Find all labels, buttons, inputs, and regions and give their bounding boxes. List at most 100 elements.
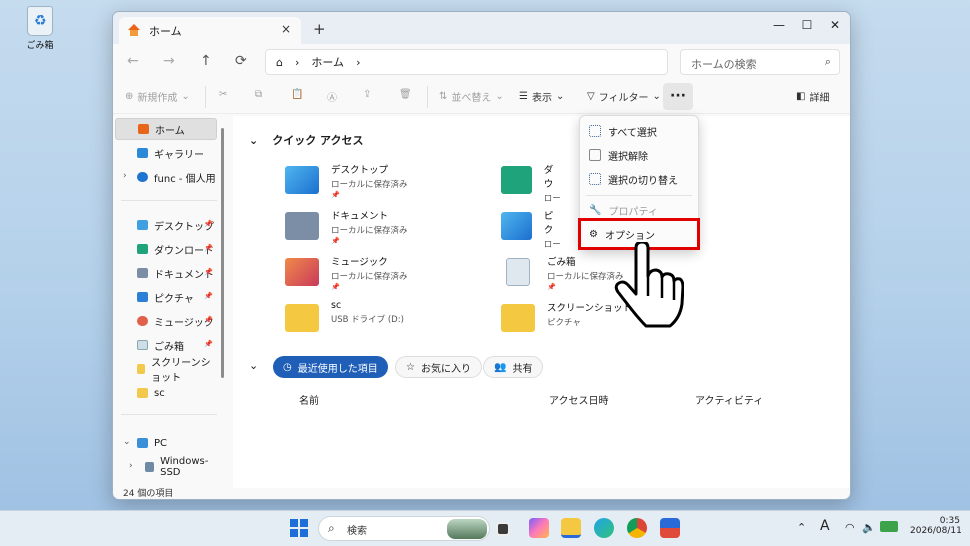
task-view-icon[interactable]	[496, 522, 510, 536]
column-header-activity[interactable]: アクティビティ	[695, 392, 763, 407]
speaker-icon[interactable]: 🔈	[862, 521, 876, 534]
quick-access-item[interactable]: ミュージック ローカルに保存済み 📌	[285, 254, 505, 294]
menu-item-invert-selection[interactable]: 選択の切り替え	[584, 168, 694, 190]
desktop-icon	[137, 220, 148, 230]
drive-icon	[145, 462, 155, 472]
divider	[586, 195, 692, 196]
sidebar-item-gallery[interactable]: ギャラリー	[115, 142, 217, 164]
sidebar-item-desktop[interactable]: デスクトップ 📌	[115, 214, 217, 236]
sidebar-item-windows-ssd[interactable]: › Windows-SSD	[115, 456, 217, 478]
chevron-right-icon[interactable]: ›	[123, 171, 127, 181]
copy-button[interactable]: ⧉	[255, 89, 262, 100]
command-bar: ⊕ 新規作成 ⌄ ✂ ⧉ 📋 Ⓐ ⇪ 🗑 ⇅ 並べ替え ⌄ ☰ 表示 ⌄ ▽ フ…	[113, 80, 850, 114]
battery-icon[interactable]	[880, 521, 898, 532]
store-icon[interactable]	[660, 518, 680, 538]
sidebar-item-sc[interactable]: sc	[115, 382, 217, 404]
view-icon: ☰	[519, 91, 528, 102]
quick-access-item[interactable]: ピクロー📌	[501, 208, 561, 248]
sidebar-item-screenshots[interactable]: スクリーンショット	[115, 358, 217, 384]
chevron-right-icon[interactable]: ›	[129, 461, 133, 471]
quick-access-item[interactable]: スクリーンショット ピクチャ	[501, 300, 721, 340]
chevron-up-icon[interactable]: ⌃	[797, 521, 806, 534]
sidebar-item-home[interactable]: ホーム	[115, 118, 217, 140]
menu-item-select-all[interactable]: すべて選択	[584, 120, 694, 142]
menu-item-label: 選択の切り替え	[608, 175, 678, 187]
search-input[interactable]: ホームの検索 ⌕	[680, 49, 840, 75]
content-pane: ⌄ クイック アクセス デスクトップローカルに保存済み📌 ダウロー📌 ドキュメン…	[233, 116, 850, 488]
sidebar-item-pc[interactable]: ⌄ PC	[115, 432, 217, 454]
back-button[interactable]: ←	[127, 53, 139, 69]
recycle-bin-desktop-icon[interactable]: ごみ箱	[14, 6, 66, 51]
recycle-bin-icon	[137, 340, 148, 350]
divider	[121, 414, 217, 415]
sidebar-item-pictures[interactable]: ピクチャ 📌	[115, 286, 217, 308]
filter-button[interactable]: ▽ フィルター ⌄	[587, 89, 661, 104]
chrome-icon[interactable]	[627, 518, 647, 538]
forward-button[interactable]: →	[163, 53, 175, 69]
see-more-button[interactable]: ···	[663, 83, 693, 110]
quick-access-header[interactable]: ⌄ クイック アクセス	[249, 132, 364, 148]
edge-icon[interactable]	[594, 518, 614, 538]
tab-shared[interactable]: 👥 共有	[483, 356, 544, 378]
sidebar-item-music[interactable]: ミュージック 📌	[115, 310, 217, 332]
tab-home[interactable]: ホーム ×	[119, 17, 301, 44]
delete-button[interactable]: 🗑	[399, 89, 412, 100]
view-label: 表示	[531, 93, 552, 104]
folder-icon	[285, 304, 319, 332]
minimize-button[interactable]: —	[765, 15, 793, 35]
sidebar-item-recycle-bin[interactable]: ごみ箱 📌	[115, 334, 217, 356]
cloud-icon	[137, 172, 148, 182]
quick-access-item[interactable]: sc USB ドライブ (D:)	[285, 300, 505, 340]
tab-recent[interactable]: ◷ 最近使用した項目	[273, 356, 388, 378]
up-button[interactable]: ↑	[200, 53, 212, 69]
pin-icon: 📌	[204, 268, 213, 276]
chevron-down-icon[interactable]: ⌄	[249, 359, 258, 372]
sidebar-item-downloads[interactable]: ダウンロード 📌	[115, 238, 217, 260]
ime-indicator[interactable]: A	[820, 518, 830, 534]
column-header-access-date[interactable]: アクセス日時	[549, 392, 609, 407]
copy-icon: ⧉	[255, 89, 263, 100]
details-button[interactable]: ◧ 詳細	[796, 89, 829, 104]
item-name: ミュージック	[331, 257, 388, 268]
tab-favorites[interactable]: ☆ お気に入り	[395, 356, 482, 378]
address-bar[interactable]: ⌂ › ホーム ›	[265, 49, 668, 75]
quick-access-item[interactable]: ドキュメント ローカルに保存済み 📌	[285, 208, 505, 248]
pc-icon	[137, 438, 148, 448]
clock[interactable]: 0:35 2026/08/11	[910, 516, 962, 536]
wifi-icon[interactable]: ◠	[845, 521, 855, 534]
refresh-button[interactable]: ⟳	[235, 53, 247, 69]
cut-button[interactable]: ✂	[219, 89, 227, 100]
rename-button[interactable]: Ⓐ	[327, 89, 337, 104]
tab-close-button[interactable]: ×	[281, 22, 291, 36]
quick-access-item[interactable]: ダウロー📌	[501, 162, 561, 202]
details-label: 詳細	[809, 93, 830, 104]
sort-button[interactable]: ⇅ 並べ替え ⌄	[439, 89, 504, 104]
chevron-down-icon[interactable]: ⌄	[123, 437, 131, 447]
item-status: ローカルに保存済み	[331, 226, 408, 236]
breadcrumb-home[interactable]: ホーム	[311, 54, 344, 70]
close-button[interactable]: ✕	[821, 15, 849, 35]
rename-icon: Ⓐ	[327, 93, 337, 104]
taskbar-search-box[interactable]: ⌕ 検索	[318, 516, 490, 541]
new-label: 新規作成	[137, 93, 178, 104]
trash-icon: 🗑	[399, 89, 412, 100]
new-button[interactable]: ⊕ 新規作成 ⌄	[125, 89, 190, 104]
breadcrumb-chevron-icon[interactable]: ›	[356, 56, 360, 69]
pictures-icon	[137, 292, 148, 302]
share-button[interactable]: ⇪	[363, 89, 371, 100]
pin-icon: 📌	[204, 220, 213, 228]
sidebar-item-onedrive[interactable]: › func - 個人用	[115, 166, 217, 188]
column-header-name[interactable]: 名前	[299, 392, 319, 407]
maximize-button[interactable]: ☐	[793, 15, 821, 35]
view-button[interactable]: ☰ 表示 ⌄	[519, 89, 564, 104]
menu-item-select-none[interactable]: 選択解除	[584, 144, 694, 166]
sidebar-scrollbar[interactable]	[221, 128, 224, 378]
paste-button[interactable]: 📋	[291, 89, 303, 100]
windows-start-icon[interactable]	[290, 519, 308, 537]
item-name: ドキュメント	[331, 211, 389, 222]
file-explorer-taskbar-icon[interactable]	[561, 518, 581, 538]
quick-access-item[interactable]: デスクトップ ローカルに保存済み 📌	[285, 162, 505, 202]
sidebar-item-documents[interactable]: ドキュメント 📌	[115, 262, 217, 284]
new-tab-button[interactable]: +	[313, 20, 326, 38]
copilot-icon[interactable]	[529, 518, 549, 538]
